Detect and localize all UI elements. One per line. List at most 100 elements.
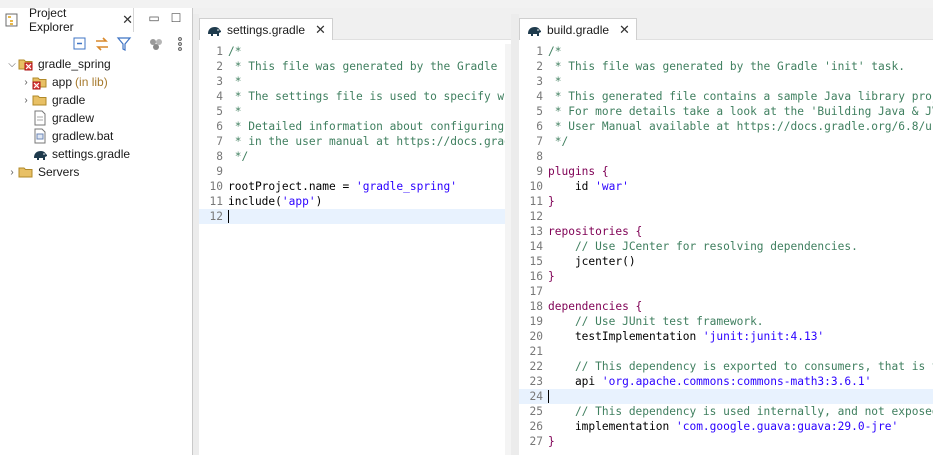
code-text: // This dependency is used internally, a…: [548, 404, 933, 419]
code-text: *: [548, 74, 562, 89]
line-number: 22: [529, 360, 543, 373]
gradle-elephant-icon: [528, 26, 541, 36]
code-line[interactable]: 9: [199, 164, 511, 179]
code-line[interactable]: 21: [519, 344, 933, 359]
code-text: rootProject.name = 'gradle_spring': [228, 179, 457, 194]
expand-arrow-icon[interactable]: ⌵: [6, 59, 18, 70]
code-line[interactable]: 7 */: [519, 134, 933, 149]
line-number: 20: [529, 330, 543, 343]
code-token: }: [548, 435, 555, 448]
code-line[interactable]: 11 include('app'): [199, 194, 511, 209]
editor-sash[interactable]: [511, 14, 519, 455]
close-icon[interactable]: ✕: [619, 22, 630, 38]
expand-arrow-icon[interactable]: ›: [20, 95, 32, 106]
code-line[interactable]: 27}: [519, 434, 933, 449]
minimize-icon[interactable]: ▭: [146, 11, 162, 27]
code-line[interactable]: 22 // This dependency is exported to con…: [519, 359, 933, 374]
line-number: 8: [536, 150, 543, 163]
code-line[interactable]: 23 api 'org.apache.commons:commons-math3…: [519, 374, 933, 389]
code-line[interactable]: 4 * This generated file contains a sampl…: [519, 89, 933, 104]
link-with-editor-icon[interactable]: [94, 36, 110, 52]
code-token: rootProject.name =: [228, 180, 356, 193]
tree-item-app[interactable]: › app (in lib): [20, 73, 108, 91]
code-text: * This generated file contains a sample …: [548, 89, 933, 104]
code-line[interactable]: 17: [519, 284, 933, 299]
project-explorer-icon: [5, 13, 18, 27]
focus-on-active-task-icon[interactable]: [148, 36, 164, 52]
line-number: 13: [529, 225, 543, 238]
code-line[interactable]: 8: [519, 149, 933, 164]
code-line[interactable]: 16}: [519, 269, 933, 284]
tree-item-servers[interactable]: › Servers: [6, 163, 79, 181]
code-line[interactable]: 10 id 'war': [519, 179, 933, 194]
gradle-elephant-icon: [208, 26, 221, 36]
code-token: // Use JCenter for resolving dependencie…: [548, 240, 858, 253]
code-text: testImplementation 'junit:junit:4.13': [548, 329, 824, 344]
line-number: 11: [529, 195, 543, 208]
tree-item-gradle-spring[interactable]: ⌵ gradle_spring: [6, 55, 111, 73]
code-line[interactable]: 2 * This file was generated by the Gradl…: [199, 59, 511, 74]
tab-settings-gradle[interactable]: settings.gradle ✕: [199, 18, 333, 40]
code-line[interactable]: 24: [519, 389, 933, 404]
code-text: */: [228, 149, 248, 164]
code-line[interactable]: 7 * in the user manual at https://docs.g…: [199, 134, 511, 149]
editor-settings-gradle: settings.gradle ✕ 1 /* 2 * This file was g…: [199, 14, 511, 455]
expand-arrow-icon[interactable]: ›: [6, 167, 18, 178]
code-line[interactable]: 10 rootProject.name = 'gradle_spring': [199, 179, 511, 194]
tab-build-gradle[interactable]: build.gradle ✕: [519, 18, 637, 40]
tab-label: settings.gradle: [227, 22, 306, 37]
code-string: 'gradle_spring': [355, 180, 458, 193]
code-line[interactable]: 12: [199, 209, 511, 224]
code-line[interactable]: 6 * Detailed information about configuri…: [199, 119, 511, 134]
code-line[interactable]: 5 *: [199, 104, 511, 119]
code-line[interactable]: 13 repositories {: [519, 224, 933, 239]
code-line[interactable]: 5 * For more details take a look at the …: [519, 104, 933, 119]
code-line[interactable]: 1 /*: [199, 44, 511, 59]
code-line[interactable]: 14 // Use JCenter for resolving dependen…: [519, 239, 933, 254]
code-line[interactable]: 6 * User Manual available at https://doc…: [519, 119, 933, 134]
tree-item-gradle[interactable]: › gradle: [20, 91, 85, 109]
code-token: /*: [228, 45, 242, 58]
code-text: *: [228, 74, 242, 89]
maximize-icon[interactable]: ☐: [168, 11, 184, 27]
code-line[interactable]: 26 implementation 'com.google.guava:guav…: [519, 419, 933, 434]
tab-project-explorer[interactable]: Project Explorer ✕: [0, 6, 134, 34]
code-line[interactable]: 1 /*: [519, 44, 933, 59]
code-line[interactable]: 18 dependencies {: [519, 299, 933, 314]
code-line[interactable]: 3 *: [519, 74, 933, 89]
code-line[interactable]: 15 jcenter(): [519, 254, 933, 269]
code-line[interactable]: 20 testImplementation 'junit:junit:4.13': [519, 329, 933, 344]
tree-item-gradlew[interactable]: gradlew: [20, 109, 94, 127]
code-token: }: [548, 195, 555, 208]
tree-item-label: gradle_spring: [38, 57, 111, 71]
line-number: 1: [216, 45, 223, 58]
close-icon[interactable]: ✕: [315, 22, 326, 38]
code-line[interactable]: 2 * This file was generated by the Gradl…: [519, 59, 933, 74]
code-line[interactable]: 4 * The settings file is used to specify…: [199, 89, 511, 104]
code-line[interactable]: 9 plugins {: [519, 164, 933, 179]
code-area[interactable]: 1 /* 2 * This file was generated by the Gr…: [199, 44, 511, 455]
view-menu-icon[interactable]: [172, 36, 188, 52]
tree-item-gradlew-bat[interactable]: gradlew.bat: [20, 127, 113, 145]
tree-item-label: gradlew.bat: [52, 129, 114, 143]
line-number: 12: [529, 210, 543, 223]
tree-item-settings-gradle[interactable]: settings.gradle: [20, 145, 130, 163]
code-line[interactable]: 25 // This dependency is used internally…: [519, 404, 933, 419]
code-line[interactable]: 8 */: [199, 149, 511, 164]
code-text: plugins {: [548, 164, 609, 179]
close-icon[interactable]: ✕: [122, 12, 133, 28]
code-text: dependencies {: [548, 299, 642, 314]
line-number: 7: [216, 135, 223, 148]
code-line[interactable]: 12: [519, 209, 933, 224]
code-token: // Use JUnit test framework.: [548, 315, 764, 328]
code-line[interactable]: 11}: [519, 194, 933, 209]
expand-arrow-icon[interactable]: ›: [20, 77, 32, 88]
filter-icon[interactable]: [116, 36, 132, 52]
code-area[interactable]: 1/* 2 * This file was generated by the Gr…: [519, 44, 933, 455]
code-line[interactable]: 3 *: [199, 74, 511, 89]
line-number: 10: [209, 180, 223, 193]
code-string: 'org.apache.commons:commons-math3:3.6.1': [601, 375, 872, 388]
code-token: dependencies {: [548, 300, 643, 313]
code-line[interactable]: 19 // Use JUnit test framework.: [519, 314, 933, 329]
collapse-all-icon[interactable]: [72, 36, 88, 52]
